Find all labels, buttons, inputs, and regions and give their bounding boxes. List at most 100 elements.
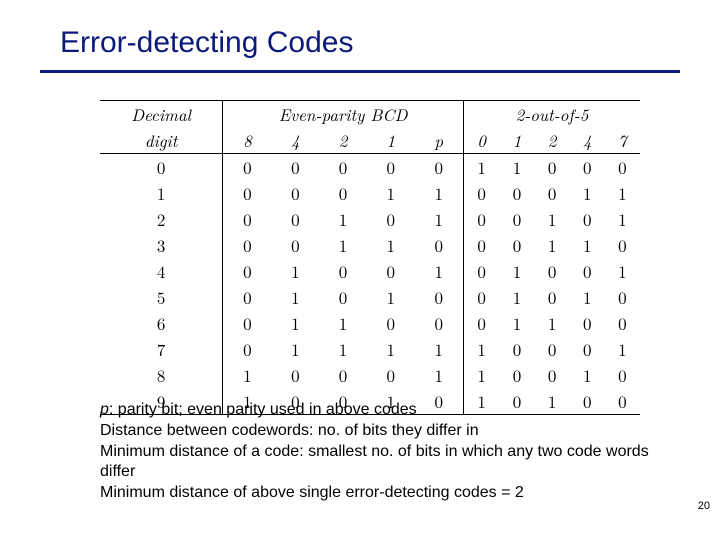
cell-t: 0 [570, 258, 605, 284]
cell-bcd: 1 [272, 258, 320, 284]
col-sub-bcd-2: 2 [319, 127, 367, 154]
cell-t: 0 [463, 206, 499, 232]
table-row: 4 0 1 0 0 1 0 1 0 0 1 [100, 258, 640, 284]
cell-t: 0 [570, 336, 605, 362]
cell-t: 0 [605, 284, 640, 310]
col-sub-t-2: 2 [535, 127, 570, 154]
cell-t: 1 [570, 232, 605, 258]
codes-table: Decimal Even-parity BCD 2-out-of-5 digit… [100, 100, 640, 415]
cell-t: 0 [499, 180, 534, 206]
col-sub-t-4: 4 [570, 127, 605, 154]
cell-t: 1 [499, 154, 534, 181]
cell-t: 1 [463, 362, 499, 388]
table-row: 5 0 1 0 1 0 0 1 0 1 0 [100, 284, 640, 310]
note-line-2: Distance between codewords: no. of bits … [100, 421, 660, 442]
cell-bcd: 0 [272, 362, 320, 388]
col-sub-digit: digit [100, 127, 223, 154]
col-sub-t-0: 0 [463, 127, 499, 154]
cell-bcd-p: 0 [415, 284, 464, 310]
cell-bcd: 1 [319, 310, 367, 336]
cell-t: 0 [535, 258, 570, 284]
cell-bcd-p: 1 [415, 206, 464, 232]
cell-bcd: 1 [319, 336, 367, 362]
cell-t: 0 [605, 362, 640, 388]
cell-bcd: 0 [223, 284, 272, 310]
cell-t: 0 [605, 310, 640, 336]
table-header-row-2: digit 8 4 2 1 p 0 1 2 4 7 [100, 127, 640, 154]
cell-t: 0 [463, 232, 499, 258]
col-header-2of5: 2-out-of-5 [463, 101, 640, 128]
cell-bcd: 0 [319, 362, 367, 388]
cell-bcd: 0 [272, 180, 320, 206]
cell-t: 1 [570, 362, 605, 388]
cell-t: 0 [570, 154, 605, 181]
cell-t: 0 [463, 284, 499, 310]
cell-t: 0 [463, 180, 499, 206]
cell-t: 1 [463, 154, 499, 181]
cell-bcd: 0 [223, 310, 272, 336]
note-p-italic: p [100, 401, 109, 418]
cell-bcd: 0 [223, 336, 272, 362]
col-sub-t-1: 1 [499, 127, 534, 154]
cell-bcd-p: 1 [415, 258, 464, 284]
col-sub-bcd-8: 8 [223, 127, 272, 154]
cell-bcd-p: 0 [415, 310, 464, 336]
col-sub-bcd-p: p [415, 127, 464, 154]
cell-t: 0 [499, 336, 534, 362]
cell-bcd: 0 [367, 206, 415, 232]
cell-t: 1 [499, 310, 534, 336]
note-line-1-rest: : parity bit; even parity used in above … [109, 401, 417, 418]
cell-t: 1 [570, 180, 605, 206]
cell-t: 1 [605, 180, 640, 206]
cell-t: 1 [570, 284, 605, 310]
cell-bcd: 0 [367, 362, 415, 388]
cell-t: 0 [605, 232, 640, 258]
cell-digit: 5 [100, 284, 223, 310]
table-row: 7 0 1 1 1 1 1 0 0 0 1 [100, 336, 640, 362]
cell-bcd: 1 [367, 232, 415, 258]
table-header-row-1: Decimal Even-parity BCD 2-out-of-5 [100, 101, 640, 128]
cell-bcd: 1 [272, 310, 320, 336]
cell-t: 1 [535, 310, 570, 336]
cell-bcd: 0 [223, 206, 272, 232]
cell-bcd: 0 [223, 232, 272, 258]
cell-bcd-p: 0 [415, 154, 464, 181]
cell-t: 1 [605, 336, 640, 362]
cell-digit: 2 [100, 206, 223, 232]
cell-digit: 6 [100, 310, 223, 336]
table-row: 6 0 1 1 0 0 0 1 1 0 0 [100, 310, 640, 336]
cell-bcd: 1 [367, 336, 415, 362]
title-underline [40, 70, 680, 73]
cell-bcd: 0 [319, 154, 367, 181]
cell-bcd: 0 [367, 154, 415, 181]
note-line-3: Minimum distance of a code: smallest no.… [100, 442, 660, 484]
cell-t: 0 [535, 336, 570, 362]
cell-digit: 3 [100, 232, 223, 258]
col-header-decimal: Decimal [100, 101, 223, 128]
col-sub-bcd-4: 4 [272, 127, 320, 154]
cell-bcd: 0 [272, 206, 320, 232]
cell-t: 0 [605, 154, 640, 181]
cell-t: 0 [499, 206, 534, 232]
cell-bcd: 0 [223, 258, 272, 284]
cell-bcd: 0 [319, 180, 367, 206]
cell-bcd: 0 [272, 232, 320, 258]
cell-t: 0 [535, 180, 570, 206]
cell-bcd: 0 [223, 154, 272, 181]
note-line-1: p: parity bit; even parity used in above… [100, 400, 660, 421]
cell-bcd-p: 0 [415, 232, 464, 258]
cell-digit: 8 [100, 362, 223, 388]
cell-bcd: 0 [367, 310, 415, 336]
cell-t: 1 [535, 232, 570, 258]
cell-t: 1 [605, 206, 640, 232]
cell-t: 0 [499, 362, 534, 388]
col-sub-bcd-1: 1 [367, 127, 415, 154]
page-number: 20 [698, 500, 710, 512]
table-row: 8 1 0 0 0 1 1 0 0 1 0 [100, 362, 640, 388]
col-header-bcd: Even-parity BCD [223, 101, 464, 128]
cell-bcd: 1 [272, 284, 320, 310]
cell-bcd: 0 [223, 180, 272, 206]
cell-t: 0 [463, 310, 499, 336]
cell-t: 1 [535, 206, 570, 232]
cell-bcd: 1 [367, 284, 415, 310]
